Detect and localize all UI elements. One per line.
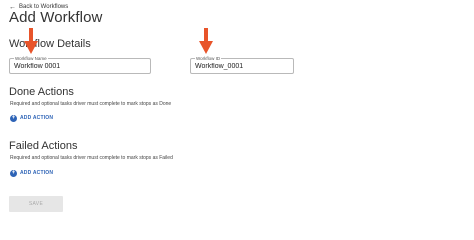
annotation-arrow-down-icon xyxy=(199,28,213,54)
plus-icon: + xyxy=(10,114,17,122)
add-done-action-button[interactable]: + ADD ACTION xyxy=(10,114,53,122)
workflow-name-field[interactable]: Workflow Name xyxy=(9,56,151,74)
workflow-id-input[interactable] xyxy=(195,63,289,70)
workflow-name-label: Workflow Name xyxy=(14,56,48,61)
workflow-details-heading: Workflow Details xyxy=(9,38,91,50)
done-actions-description: Required and optional tasks driver must … xyxy=(10,101,172,107)
add-done-action-label: ADD ACTION xyxy=(20,115,54,121)
page-title: Add Workflow xyxy=(9,9,103,26)
annotation-arrow-down-icon xyxy=(24,28,38,54)
plus-icon: + xyxy=(10,169,17,177)
save-button[interactable]: SAVE xyxy=(9,196,63,212)
workflow-id-field[interactable]: Workflow ID xyxy=(190,56,294,74)
workflow-id-label: Workflow ID xyxy=(195,56,222,61)
failed-actions-heading: Failed Actions xyxy=(9,140,78,152)
add-failed-action-label: ADD ACTION xyxy=(20,170,54,176)
failed-actions-description: Required and optional tasks driver must … xyxy=(10,155,173,161)
add-failed-action-button[interactable]: + ADD ACTION xyxy=(10,169,53,177)
workflow-name-input[interactable] xyxy=(14,63,146,70)
done-actions-heading: Done Actions xyxy=(9,86,74,98)
